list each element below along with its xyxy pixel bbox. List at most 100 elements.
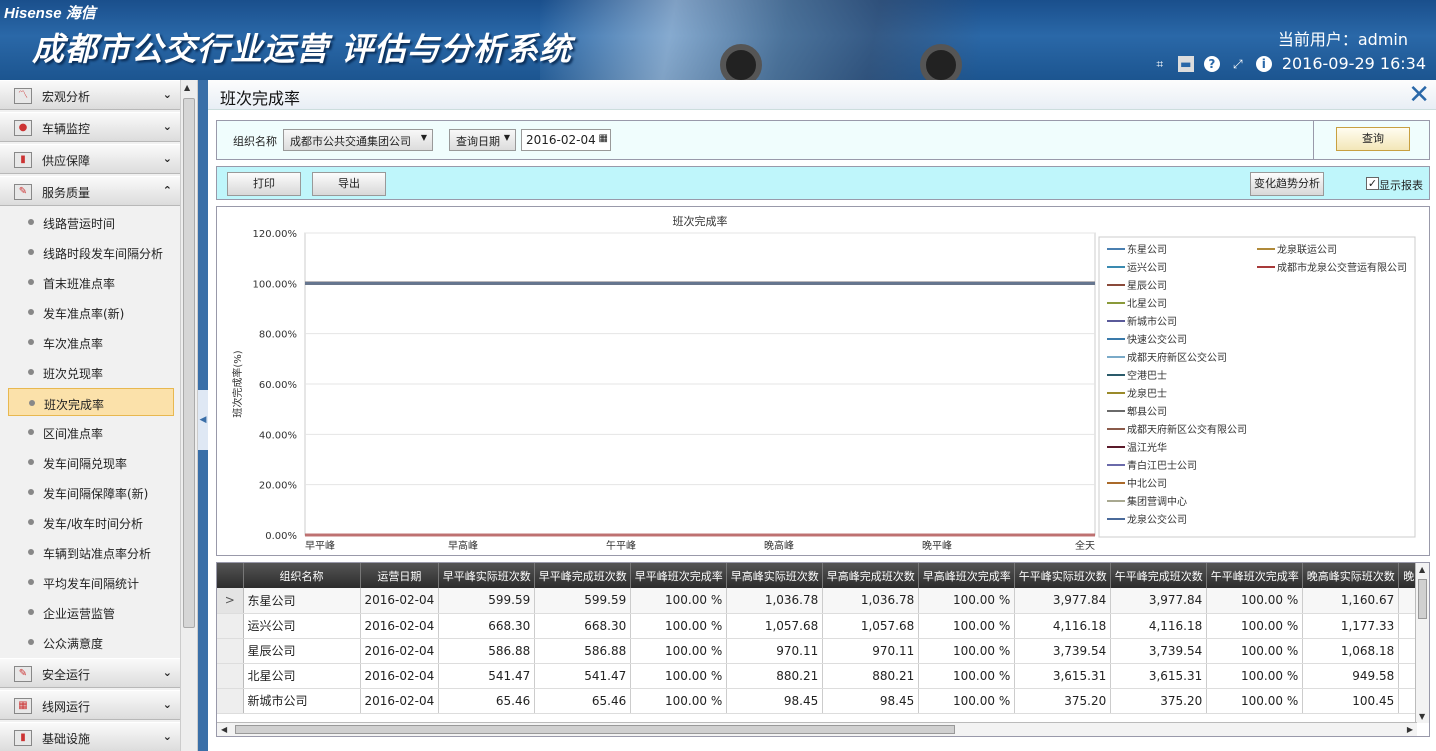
show-report-checkbox[interactable]: ✓ bbox=[1366, 177, 1379, 190]
scroll-right-arrow-icon[interactable]: ▶ bbox=[1407, 725, 1413, 734]
sidebar-item-2[interactable]: 首末班准点率 bbox=[8, 268, 174, 296]
sidebar-item-4[interactable]: 车次准点率 bbox=[8, 328, 174, 356]
sidebar-item-3[interactable]: 发车准点率(新) bbox=[8, 298, 174, 326]
sidebar-item-14[interactable]: 公众满意度 bbox=[8, 628, 174, 656]
window-icon[interactable]: ▬ bbox=[1177, 55, 1194, 72]
chevron-down-icon: ⌄ bbox=[162, 88, 172, 101]
sidebar-item-11[interactable]: 车辆到站准点率分析 bbox=[8, 538, 174, 566]
row-header[interactable] bbox=[217, 688, 244, 714]
column-header[interactable]: 晚高峰实际班次数 bbox=[1302, 563, 1400, 588]
crop-icon[interactable]: ⌗ bbox=[1152, 56, 1168, 72]
export-button[interactable]: 导出 bbox=[312, 172, 386, 196]
query-button[interactable]: 查询 bbox=[1336, 127, 1410, 151]
table-row[interactable]: 新城市公司 2016-02-04 65.46 65.46 100.00 % 98.45 98… bbox=[217, 688, 1420, 714]
sidebar-category-service-quality[interactable]: ✎ 服务质量 ⌃ bbox=[0, 176, 180, 206]
sidebar-item-6[interactable]: 班次完成率 bbox=[8, 388, 174, 416]
grid-vscroll-thumb[interactable] bbox=[1418, 579, 1427, 619]
column-header[interactable]: 早平峰完成班次数 bbox=[534, 563, 632, 588]
edit-chart-icon: ✎ bbox=[14, 184, 32, 200]
row-header[interactable] bbox=[217, 613, 244, 639]
grid-horizontal-scrollbar[interactable]: ◀ ▶ bbox=[217, 722, 1417, 736]
table-cell: 运兴公司 bbox=[243, 613, 361, 639]
table-cell: 1,068.18 bbox=[1302, 638, 1400, 664]
table-cell: 668.30 bbox=[534, 613, 632, 639]
sidebar-item-1[interactable]: 线路时段发车间隔分析 bbox=[8, 238, 174, 266]
sidebar-scrollbar[interactable]: ▲ bbox=[180, 80, 197, 751]
sidebar-item-10[interactable]: 发车/收车时间分析 bbox=[8, 508, 174, 536]
date-input[interactable]: 2016-02-04 ▦ bbox=[521, 129, 611, 151]
legend-entry: 成都市龙泉公交营运有限公司 bbox=[1277, 261, 1407, 274]
scroll-up-arrow-icon[interactable]: ▲ bbox=[184, 83, 190, 92]
column-header[interactable]: 早高峰实际班次数 bbox=[726, 563, 824, 588]
bullet-icon bbox=[28, 519, 34, 525]
column-header[interactable]: 午平峰班次完成率 bbox=[1206, 563, 1304, 588]
scroll-down-arrow-icon[interactable]: ▼ bbox=[1419, 712, 1425, 721]
sidebar-item-13[interactable]: 企业运营监管 bbox=[8, 598, 174, 626]
sidebar-item-7[interactable]: 区间准点率 bbox=[8, 418, 174, 446]
sidebar-category-safety[interactable]: ✎ 安全运行 ⌄ bbox=[0, 658, 180, 688]
fullscreen-icon[interactable]: ⤢ bbox=[1230, 56, 1246, 72]
table-row[interactable]: 运兴公司 2016-02-04 668.30 668.30 100.00 % 1,057.… bbox=[217, 613, 1420, 639]
column-header[interactable]: 午平峰完成班次数 bbox=[1110, 563, 1208, 588]
sidebar-item-8[interactable]: 发车间隔兑现率 bbox=[8, 448, 174, 476]
row-header[interactable]: > bbox=[217, 588, 244, 614]
table-cell: 2016-02-04 bbox=[360, 663, 440, 689]
table-cell: 65.46 bbox=[534, 688, 632, 714]
table-cell: 586.88 bbox=[534, 638, 632, 664]
chevron-up-icon: ⌃ bbox=[162, 184, 172, 197]
sidebar-item-label: 平均发车间隔统计 bbox=[43, 577, 140, 591]
column-header[interactable]: 午平峰实际班次数 bbox=[1014, 563, 1112, 588]
grid-vertical-scrollbar[interactable]: ▲ ▼ bbox=[1415, 563, 1429, 723]
print-button[interactable]: 打印 bbox=[227, 172, 301, 196]
sidebar-category-vehicle-monitor[interactable]: ● 车辆监控 ⌄ bbox=[0, 112, 180, 142]
current-user-label: 当前用户：admin bbox=[1277, 30, 1408, 49]
row-header[interactable] bbox=[217, 638, 244, 664]
table-cell: 100.00 % bbox=[1206, 688, 1304, 714]
collapse-sidebar-icon[interactable]: ◀ bbox=[198, 390, 208, 450]
sidebar-item-9[interactable]: 发车间隔保障率(新) bbox=[8, 478, 174, 506]
sidebar-item-12[interactable]: 平均发车间隔统计 bbox=[8, 568, 174, 596]
row-header[interactable] bbox=[217, 663, 244, 689]
sidebar-item-5[interactable]: 班次兑现率 bbox=[8, 358, 174, 386]
legend-entry: 成都天府新区公交公司 bbox=[1127, 351, 1227, 364]
sidebar-splitter[interactable]: ◀ bbox=[198, 80, 208, 751]
legend-entry: 空港巴士 bbox=[1127, 369, 1167, 382]
table-cell: 100.00 % bbox=[918, 613, 1016, 639]
sidebar-item-0[interactable]: 线路营运时间 bbox=[8, 208, 174, 236]
info-icon[interactable]: i bbox=[1255, 55, 1272, 72]
sidebar-scroll-thumb[interactable] bbox=[183, 98, 195, 628]
show-report-label: 显示报表 bbox=[1379, 179, 1423, 192]
column-header[interactable]: 早高峰班次完成率 bbox=[918, 563, 1016, 588]
sidebar-category-macro[interactable]: 〽 宏观分析 ⌄ bbox=[0, 80, 180, 110]
sidebar-category-network[interactable]: ▦ 线网运行 ⌄ bbox=[0, 690, 180, 720]
table-row[interactable]: > 东星公司 2016-02-04 599.59 599.59 100.00 % 1,036… bbox=[217, 588, 1420, 614]
table-cell: 65.46 bbox=[438, 688, 536, 714]
table-row[interactable]: 星辰公司 2016-02-04 586.88 586.88 100.00 % 970.11… bbox=[217, 638, 1420, 664]
app-header: Hisense 海信 成都市公交行业运营 评估与分析系统 当前用户：admin … bbox=[0, 0, 1436, 80]
sidebar-item-label: 首末班准点率 bbox=[43, 277, 116, 291]
table-row[interactable]: 北星公司 2016-02-04 541.47 541.47 100.00 % 880.21… bbox=[217, 663, 1420, 689]
close-icon[interactable]: ✕ bbox=[1408, 80, 1430, 110]
scroll-up-arrow-icon[interactable]: ▲ bbox=[1419, 565, 1425, 574]
table-cell: 100.00 % bbox=[918, 688, 1016, 714]
x-tick-label: 晚平峰 bbox=[922, 540, 952, 552]
sidebar-item-label: 线路时段发车间隔分析 bbox=[43, 247, 164, 261]
sidebar-category-supply[interactable]: ▮ 供应保障 ⌄ bbox=[0, 144, 180, 174]
date-type-select[interactable]: 查询日期 ▼ bbox=[449, 129, 516, 151]
calendar-icon[interactable]: ▦ bbox=[599, 133, 608, 144]
scroll-left-arrow-icon[interactable]: ◀ bbox=[221, 725, 227, 734]
column-header[interactable]: 早高峰完成班次数 bbox=[822, 563, 920, 588]
table-cell: 100.00 % bbox=[918, 663, 1016, 689]
org-select[interactable]: 成都市公共交通集团公司 ▼ bbox=[283, 129, 433, 151]
help-icon[interactable]: ? bbox=[1203, 55, 1220, 72]
grid-hscroll-thumb[interactable] bbox=[235, 725, 955, 734]
column-header[interactable]: 早平峰班次完成率 bbox=[630, 563, 728, 588]
sidebar-category-infrastructure[interactable]: ▮ 基础设施 ⌄ bbox=[0, 722, 180, 751]
column-header[interactable]: 组织名称 bbox=[243, 563, 361, 588]
bus-wheel-shape bbox=[720, 44, 762, 80]
table-cell: 100.00 % bbox=[630, 613, 728, 639]
column-header[interactable]: 运营日期 bbox=[360, 563, 440, 588]
column-header[interactable]: 早平峰实际班次数 bbox=[438, 563, 536, 588]
trend-analysis-button[interactable]: 变化趋势分析 bbox=[1250, 172, 1324, 196]
chevron-down-icon: ⌄ bbox=[162, 698, 172, 711]
